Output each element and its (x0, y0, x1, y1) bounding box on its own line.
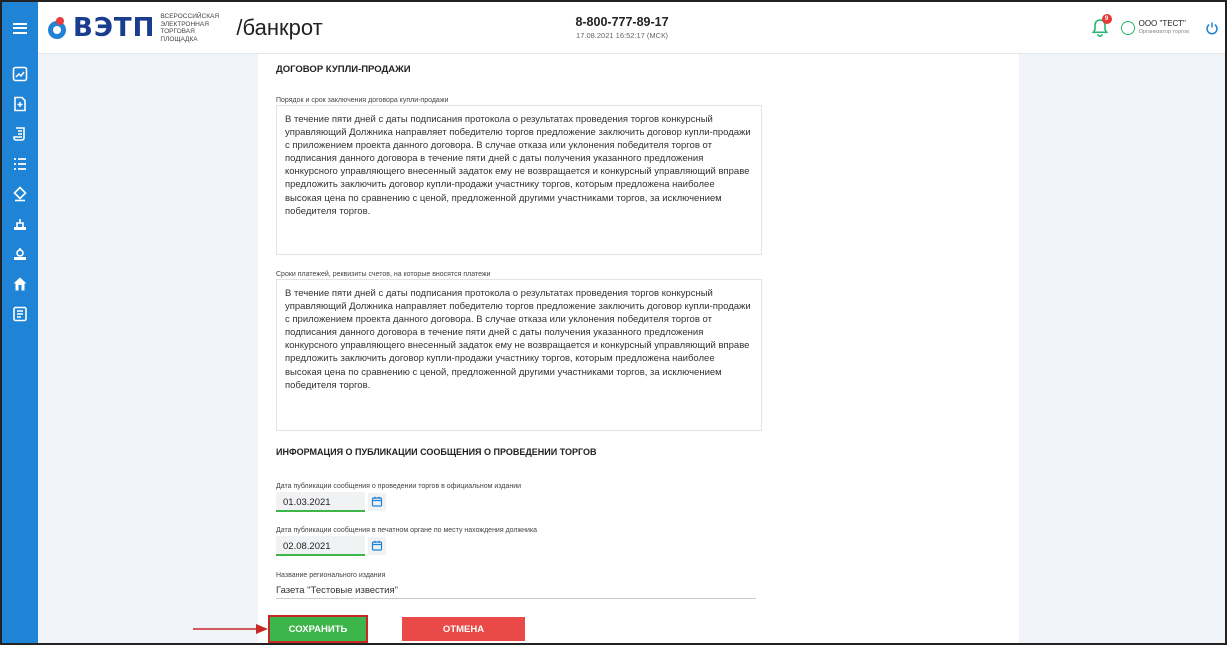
logo-text: ВЭТП (73, 13, 156, 43)
sidebar-item-lots-alt[interactable] (12, 246, 28, 262)
print-date-input[interactable]: 02.08.2021 (276, 536, 365, 556)
cancel-button[interactable]: ОТМЕНА (402, 617, 525, 641)
hamburger-menu-button[interactable] (2, 2, 38, 54)
logo-mark-icon (48, 17, 70, 39)
sidebar-item-list[interactable] (12, 156, 28, 172)
payments-textarea[interactable]: В течение пяти дней с даты подписания пр… (276, 279, 762, 431)
calendar-icon (371, 540, 383, 551)
site-logo[interactable]: ВЭТП ВСЕРОССИЙСКАЯ ЭЛЕКТРОННАЯ ТОРГОВАЯ … (48, 10, 323, 46)
logo-subtitle: ВСЕРОССИЙСКАЯ ЭЛЕКТРОННАЯ ТОРГОВАЯ ПЛОЩА… (160, 13, 220, 43)
auction-icon (13, 186, 27, 202)
lot-icon (14, 219, 26, 230)
sidebar-item-scroll[interactable] (12, 126, 28, 142)
user-menu[interactable]: ООО "ТЕСТ" Организатор торгов (1120, 19, 1189, 37)
regional-edition-input[interactable]: Газета "Тестовые известия" (276, 585, 756, 599)
regional-edition-label: Название регионального издания (276, 572, 386, 579)
publication-section-title: ИНФОРМАЦИЯ О ПУБЛИКАЦИИ СООБЩЕНИЯ О ПРОВ… (276, 447, 597, 457)
home-icon (13, 277, 27, 291)
official-date-input[interactable]: 01.03.2021 (276, 492, 365, 512)
report-icon (13, 306, 27, 322)
sidebar-item-lots[interactable] (12, 216, 28, 232)
lot-alt-icon (14, 248, 26, 260)
left-sidebar (2, 54, 38, 643)
app-window: ВЭТП ВСЕРОССИЙСКАЯ ЭЛЕКТРОННАЯ ТОРГОВАЯ … (0, 0, 1227, 645)
content-gutter-right (1019, 54, 1225, 643)
top-header: ВЭТП ВСЕРОССИЙСКАЯ ЭЛЕКТРОННАЯ ТОРГОВАЯ … (2, 2, 1225, 54)
user-name: ООО "ТЕСТ" (1138, 19, 1186, 28)
sidebar-item-home[interactable] (12, 276, 28, 292)
list-icon (14, 158, 26, 170)
payments-label: Сроки платежей, реквизиты счетов, на кот… (276, 271, 491, 278)
header-right: 9 ООО "ТЕСТ" Организатор торгов (1089, 14, 1221, 40)
main-form-panel: ДОГОВОР КУПЛИ-ПРОДАЖИ Порядок и срок зак… (258, 54, 1019, 643)
print-date-label: Дата публикации сообщения в печатном орг… (276, 527, 538, 534)
logo-suffix: /банкрот (236, 15, 323, 40)
sidebar-item-auctions[interactable] (12, 186, 28, 202)
user-role: Организатор торгов (1138, 29, 1189, 35)
notifications-button[interactable]: 9 (1089, 14, 1112, 39)
sidebar-item-new-document[interactable] (12, 96, 28, 112)
phone-number: 8-800-777-89-17 (575, 15, 669, 29)
procedure-label: Порядок и срок заключения договора купли… (276, 97, 449, 104)
procedure-textarea[interactable]: В течение пяти дней с даты подписания пр… (276, 105, 762, 255)
logout-button[interactable] (1205, 21, 1219, 35)
official-date-label: Дата публикации сообщения о проведении т… (276, 483, 522, 490)
official-date-calendar-button[interactable] (368, 493, 386, 511)
scroll-icon (13, 127, 25, 141)
save-button[interactable]: СОХРАНИТЬ (268, 615, 368, 643)
power-icon (1206, 22, 1218, 35)
official-date-value: 01.03.2021 (283, 497, 331, 508)
contact-block: 8-800-777-89-17 17.08.2021 16:52:17 (МСК… (542, 15, 702, 40)
annotation-arrow-icon (193, 624, 268, 634)
calendar-icon (371, 496, 383, 507)
dashboard-icon (12, 66, 28, 82)
server-datetime: 17.08.2021 16:52:17 (МСК) (576, 31, 668, 40)
document-add-icon (14, 96, 26, 112)
notifications-badge: 9 (1101, 14, 1112, 24)
content-gutter-left (38, 54, 258, 643)
hamburger-icon (13, 22, 27, 34)
contract-section-title: ДОГОВОР КУПЛИ-ПРОДАЖИ (276, 64, 411, 75)
user-avatar-icon (1120, 21, 1135, 35)
print-date-value: 02.08.2021 (283, 541, 331, 552)
sidebar-item-reports[interactable] (12, 306, 28, 322)
sidebar-item-dashboard[interactable] (12, 66, 28, 82)
print-date-calendar-button[interactable] (368, 537, 386, 555)
